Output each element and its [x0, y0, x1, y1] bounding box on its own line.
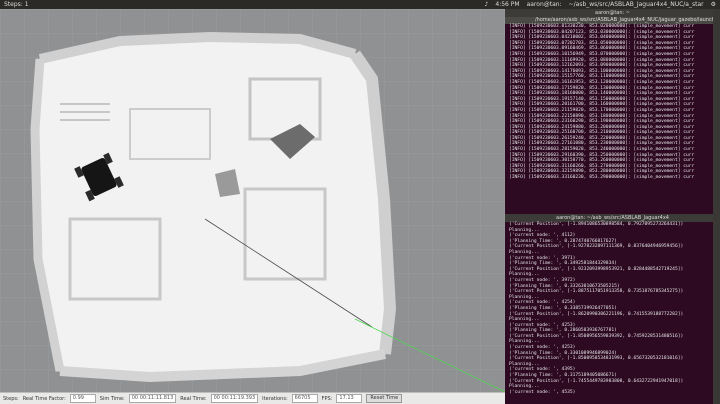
user-name[interactable]: aaron@tan: — [527, 0, 562, 9]
system-top-bar: Steps: 1 ♪ 4:56 PM aaron@tan: ~/asb_ws/s… — [0, 0, 720, 9]
terminal-line: [INFO] [1509230603.23160290, 853.1900000… — [509, 119, 695, 125]
iterations-label: Iterations: — [262, 395, 288, 402]
terminal-line: [INFO] [1509230603.21159820, 853.1700000… — [509, 107, 695, 113]
reset-time-button[interactable]: Reset Time — [366, 394, 403, 403]
terminal-top[interactable]: aaron@tan: ~ /home/aaron/asb_ws/src/ASBL… — [505, 9, 720, 214]
steps-label: Steps: — [3, 395, 19, 402]
gazebo-viewport[interactable]: Steps: Real Time Factor: 0.99 Sim Time: … — [0, 9, 505, 404]
sim-time-label: Sim Time: — [99, 395, 125, 402]
terminal-scrollbar[interactable] — [713, 9, 720, 404]
terminal-line: [INFO] [1509230603.18160000, 853.1400000… — [509, 91, 695, 97]
terminal-bottom-output: ('Current Position', [-1.894108653089858… — [505, 222, 720, 395]
terminal-top-title: aaron@tan: ~ — [505, 9, 720, 17]
gear-icon[interactable]: ⚙ — [711, 0, 716, 9]
terminal-line: [INFO] [1509230603.33160230, 853.2900000… — [509, 175, 695, 181]
terminal-column: aaron@tan: ~ /home/aaron/asb_ws/src/ASBL… — [505, 9, 720, 404]
terminal-bottom-title: aaron@tan: ~/asb_ws/src/ASBLAB_Jaguar4x4 — [505, 214, 720, 222]
system-tray: ♪ 4:56 PM aaron@tan: ~/asb_ws/src/ASBLAB… — [485, 0, 716, 9]
terminal-line: ('current node: ', 4535) — [509, 389, 576, 395]
iterations-value: 66705 — [291, 394, 318, 403]
real-time-label: Real Time: — [180, 395, 207, 402]
clock[interactable]: 4:56 PM — [495, 0, 519, 9]
map-outer — [33, 35, 392, 379]
volume-icon[interactable]: ♪ — [485, 0, 489, 9]
fps-value: 17.13 — [336, 394, 363, 403]
map-scene[interactable] — [0, 9, 505, 393]
terminal-line: [INFO] [1509230603.10156949, 853.0700000… — [509, 51, 695, 57]
window-title: Steps: 1 — [4, 1, 29, 8]
rtf-label: Real Time Factor: — [22, 395, 66, 402]
terminal-line: [INFO] [1509230603.04210002, 853.0400000… — [509, 35, 695, 41]
fps-label: FPS: — [321, 395, 333, 402]
window-path: ~/asb_ws/src/ASBLAB_Jaguar4x4_NUC/a_star — [568, 1, 704, 8]
terminal-top-output: [INFO] [1509230603.01330230, 853.0200000… — [505, 24, 720, 181]
rtf-value: 0.99 — [69, 394, 96, 403]
terminal-line: [INFO] [1509230603.28159020, 853.2400000… — [509, 147, 695, 153]
real-time-value: 00 00:11:19.393 — [210, 394, 259, 403]
terminal-line: [INFO] [1509230603.16161953, 853.1200000… — [509, 79, 695, 85]
terminal-top-tab[interactable]: /home/aaron/asb_ws/src/ASBLAB_Jaguar4x4_… — [505, 17, 720, 24]
terminal-line: [INFO] [1509230603.12162093, 853.0900000… — [509, 63, 695, 69]
gazebo-status-bar: Steps: Real Time Factor: 0.99 Sim Time: … — [0, 392, 505, 404]
terminal-bottom[interactable]: aaron@tan: ~/asb_ws/src/ASBLAB_Jaguar4x4… — [505, 214, 720, 404]
sim-time-value: 00 00:11:11.813 — [128, 394, 177, 403]
terminal-line: [INFO] [1509230603.01330230, 853.0200000… — [509, 24, 695, 29]
